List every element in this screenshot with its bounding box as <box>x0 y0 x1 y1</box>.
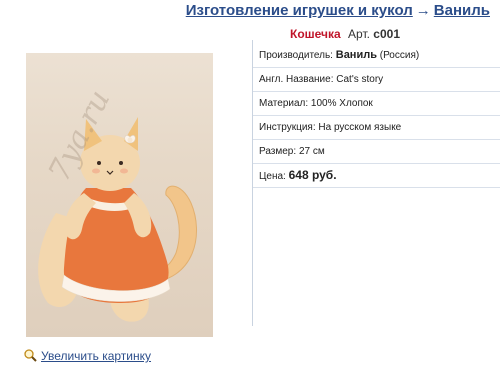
english-name-label: Англ. Название: <box>259 74 334 85</box>
spec-row-english-name: Англ. Название: Cat's story <box>253 68 500 92</box>
instruction-label: Инструкция: <box>259 122 316 133</box>
manufacturer-label: Производитель: <box>259 50 333 61</box>
product-name: Кошечка <box>290 27 341 41</box>
magnifier-icon <box>24 349 37 365</box>
price-label: Цена: <box>259 171 286 182</box>
enlarge-image-link[interactable]: Увеличить картинку <box>24 349 151 365</box>
article-number: c001 <box>373 27 400 41</box>
product-title: Кошечка Арт. c001 <box>290 27 400 41</box>
spec-row-instruction: Инструкция: На русском языке <box>253 116 500 140</box>
product-specs: Производитель: Ваниль (Россия) Англ. Наз… <box>253 44 500 188</box>
spec-row-price: Цена: 648 руб. <box>253 164 500 188</box>
breadcrumb-category-link[interactable]: Изготовление игрушек и кукол <box>186 2 413 19</box>
spec-row-size: Размер: 27 см <box>253 140 500 164</box>
size-label: Размер: <box>259 146 297 157</box>
article-label: Арт. <box>348 27 370 41</box>
toy-cat-illustration <box>38 117 197 322</box>
breadcrumb-arrow: → <box>415 2 431 19</box>
manufacturer-country: (Россия) <box>379 50 420 61</box>
size-value: 27 см <box>298 146 325 157</box>
instruction-value: На русском языке <box>318 122 402 133</box>
material-label: Материал: <box>259 98 309 109</box>
image-panel: 7ya.ru Увеличить картинку <box>0 40 252 363</box>
manufacturer-value: Ваниль <box>335 49 377 61</box>
spec-row-manufacturer: Производитель: Ваниль (Россия) <box>253 44 500 68</box>
breadcrumb: Изготовление игрушек и кукол → Ваниль <box>186 2 490 19</box>
enlarge-image-label: Увеличить картинку <box>41 349 152 363</box>
product-photo[interactable]: 7ya.ru <box>26 53 213 337</box>
price-value: 648 руб. <box>288 168 337 182</box>
english-name-value: Cat's story <box>336 74 384 85</box>
spec-row-material: Материал: 100% Хлопок <box>253 92 500 116</box>
material-value: 100% Хлопок <box>310 98 373 109</box>
breadcrumb-brand-link[interactable]: Ваниль <box>434 2 490 19</box>
